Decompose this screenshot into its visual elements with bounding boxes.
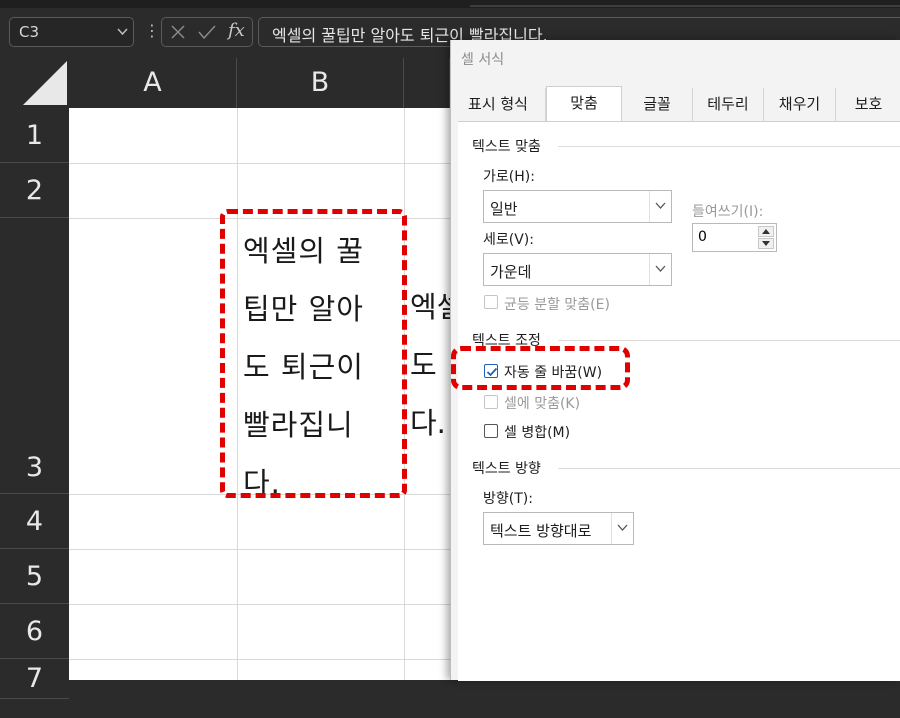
tab-fill[interactable]: 채우기 <box>764 88 836 121</box>
insert-function-icon[interactable]: fx <box>228 20 245 41</box>
more-options-icon[interactable]: ⋮ <box>144 21 160 41</box>
row-divider <box>69 163 450 164</box>
horizontal-label: 가로(H): <box>483 169 535 185</box>
direction-value: 텍스트 방향대로 <box>490 522 592 540</box>
indent-value: 0 <box>698 229 707 245</box>
cell-text-line: 다. <box>410 406 446 440</box>
cell-c3-text[interactable]: 엑셀 도 다. <box>410 278 450 452</box>
shrink-to-fit-checkbox[interactable] <box>484 395 498 409</box>
row-header-6[interactable]: 6 <box>0 604 69 659</box>
vertical-value: 가운데 <box>490 263 532 281</box>
indent-label: 들여쓰기(I): <box>692 204 764 220</box>
highlight-annotation-cell <box>220 209 407 498</box>
horizontal-value: 일반 <box>490 200 518 218</box>
chevron-down-icon[interactable] <box>117 26 128 37</box>
indent-stepper[interactable]: 0 <box>692 223 777 252</box>
dialog-title: 셀 서식 <box>461 52 505 68</box>
row-divider <box>69 659 450 660</box>
vertical-label: 세로(V): <box>483 232 534 248</box>
row-header-2[interactable]: 2 <box>0 163 69 218</box>
merge-cells-label: 셀 병합(M) <box>504 425 571 441</box>
tab-protection[interactable]: 보호 <box>836 88 900 121</box>
cell-text-line: 엑셀 <box>410 290 450 324</box>
tab-alignment[interactable]: 맞춤 <box>546 86 622 122</box>
direction-select[interactable]: 텍스트 방향대로 <box>483 512 634 545</box>
chevron-down-icon <box>617 524 628 531</box>
row-header-5[interactable]: 5 <box>0 549 69 604</box>
tab-font[interactable]: 글꼴 <box>622 88 693 121</box>
cell-text-line: 도 <box>410 348 437 382</box>
chevron-down-icon <box>655 265 666 272</box>
shrink-to-fit-label: 셀에 맞춤(K) <box>504 396 581 412</box>
section-text-direction: 텍스트 방향 <box>472 461 541 477</box>
row-divider <box>69 604 450 605</box>
name-box-value: C3 <box>19 23 40 41</box>
tab-border[interactable]: 테두리 <box>693 88 764 121</box>
formula-buttons: fx <box>161 17 253 47</box>
tab-number[interactable]: 표시 형식 <box>451 88 546 121</box>
row-header-4[interactable]: 4 <box>0 494 69 549</box>
justify-distributed-checkbox[interactable] <box>484 295 498 309</box>
row-divider <box>69 549 450 550</box>
stepper-up-button[interactable] <box>758 226 774 237</box>
alignment-panel: 텍스트 맞춤 가로(H): 일반 들여쓰기(I): 0 세로(V): 가운데 균… <box>458 121 900 681</box>
name-box[interactable]: C3 <box>9 17 134 47</box>
cancel-icon[interactable] <box>170 24 186 40</box>
row-header-1[interactable]: 1 <box>0 108 69 163</box>
justify-distributed-label: 균등 분할 맞춤(E) <box>504 297 610 313</box>
section-divider <box>558 146 900 147</box>
highlight-annotation-wrap-text <box>451 346 630 390</box>
horizontal-select[interactable]: 일반 <box>483 190 672 223</box>
select-all-corner[interactable] <box>0 58 69 108</box>
section-divider <box>558 340 900 341</box>
triangle-down-icon <box>762 241 770 246</box>
row-header-3[interactable]: 3 <box>0 218 69 494</box>
vertical-select[interactable]: 가운데 <box>483 253 672 286</box>
enter-check-icon[interactable] <box>198 24 216 40</box>
section-text-alignment: 텍스트 맞춤 <box>472 139 541 155</box>
column-header-b[interactable]: B <box>237 58 404 108</box>
column-header-c[interactable] <box>404 58 450 108</box>
stepper-down-button[interactable] <box>758 238 774 249</box>
dialog-tabs: 표시 형식 맞춤 글꼴 테두리 채우기 보호 <box>451 86 900 122</box>
section-divider <box>558 468 900 469</box>
chevron-down-icon <box>655 202 666 209</box>
row-header-7[interactable]: 7 <box>0 659 69 699</box>
merge-cells-checkbox[interactable] <box>484 424 498 438</box>
title-bar-strip <box>0 0 900 8</box>
direction-label: 방향(T): <box>483 491 533 507</box>
triangle-up-icon <box>762 229 770 234</box>
column-header-a[interactable]: A <box>69 58 237 108</box>
